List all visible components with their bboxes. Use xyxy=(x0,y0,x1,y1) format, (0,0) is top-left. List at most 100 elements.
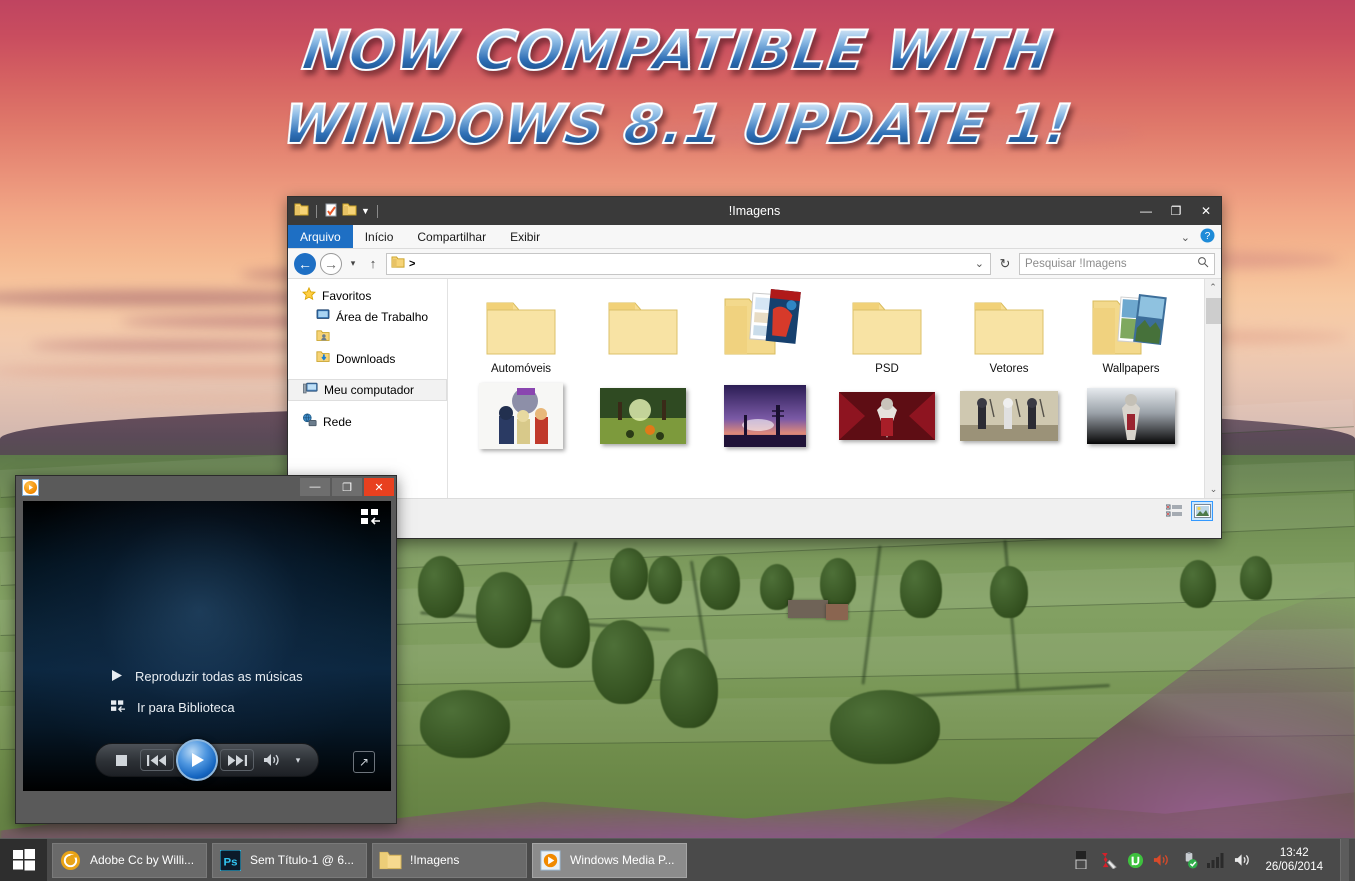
breadcrumb[interactable]: > ⌄ xyxy=(386,252,991,275)
tab-inicio[interactable]: Início xyxy=(353,225,406,248)
taskbar-item-imagens[interactable]: !Imagens xyxy=(372,842,527,878)
scroll-up-button[interactable]: ⌃ xyxy=(1205,279,1221,296)
properties-icon[interactable] xyxy=(324,203,338,220)
explorer-title-bar[interactable]: ▼ !Imagens — ❐ ✕ xyxy=(288,197,1221,225)
maximize-button[interactable]: ❐ xyxy=(332,478,362,496)
chevron-down-icon[interactable]: ⌄ xyxy=(1181,231,1190,244)
wmp-transport-controls[interactable]: ▾ xyxy=(23,738,391,782)
address-bar[interactable]: ← → ▾ ↑ > ⌄ ↻ Pesquisar !Imagens xyxy=(288,249,1221,279)
sidebar-item-downloads[interactable]: Downloads xyxy=(288,348,447,369)
volume-muted-icon[interactable] xyxy=(1153,851,1171,869)
image-thumbnail[interactable] xyxy=(960,391,1058,441)
clock[interactable]: 13:42 26/06/2014 xyxy=(1261,846,1331,874)
help-icon[interactable]: ? xyxy=(1200,228,1215,246)
utorrent-icon[interactable] xyxy=(1126,851,1144,869)
file-item-image[interactable] xyxy=(582,381,704,453)
taskbar-item-adobe-cc[interactable]: Adobe Cc by Willi... xyxy=(52,842,207,878)
chevron-down-icon[interactable]: ▼ xyxy=(361,206,370,216)
ribbon-tabs[interactable]: Arquivo Início Compartilhar Exibir ⌄ ? xyxy=(288,225,1221,249)
image-thumbnail[interactable] xyxy=(600,388,686,444)
menu-item-go-to-library[interactable]: Ir para Biblioteca xyxy=(111,692,303,723)
play-button[interactable] xyxy=(176,739,218,781)
taskbar-item-windows-media-player[interactable]: Windows Media P... xyxy=(532,842,687,878)
menu-item-play-all[interactable]: Reproduzir todas as músicas xyxy=(111,661,303,692)
volume-dropdown-button[interactable]: ▾ xyxy=(290,755,306,766)
next-button[interactable] xyxy=(220,749,254,771)
file-item-folder[interactable] xyxy=(704,283,826,375)
search-icon[interactable] xyxy=(1197,256,1209,271)
kaspersky-icon[interactable] xyxy=(1099,851,1117,869)
file-item-image[interactable] xyxy=(826,381,948,453)
image-thumbnail[interactable] xyxy=(1087,388,1175,444)
wmp-window-controls[interactable]: — ❐ ✕ xyxy=(300,478,394,496)
forward-button[interactable]: → xyxy=(320,252,342,275)
sidebar-item-area-de-trabalho[interactable]: Área de Trabalho xyxy=(288,306,447,327)
folder-row: Automóveis PSD Vetores Wallpapers xyxy=(448,279,1221,375)
maximize-button[interactable]: ❐ xyxy=(1161,197,1191,225)
tab-arquivo[interactable]: Arquivo xyxy=(288,225,353,248)
quick-access-toolbar[interactable]: ▼ xyxy=(288,203,381,220)
file-item-image[interactable] xyxy=(704,381,826,453)
file-item-image[interactable] xyxy=(460,381,582,453)
new-folder-icon[interactable] xyxy=(342,203,357,220)
file-item-image[interactable] xyxy=(1070,381,1192,453)
sidebar-item-meu-computador[interactable]: Meu computador xyxy=(288,379,447,401)
system-tray[interactable]: 13:42 26/06/2014 xyxy=(1072,838,1355,881)
wmp-stage[interactable]: Reproduzir todas as músicas Ir para Bibl… xyxy=(23,501,391,791)
previous-button[interactable] xyxy=(140,749,174,771)
stop-button[interactable] xyxy=(108,754,134,766)
file-explorer-window[interactable]: ▼ !Imagens — ❐ ✕ Arquivo Início Comparti… xyxy=(287,196,1222,539)
minimize-button[interactable]: — xyxy=(300,478,330,496)
tab-compartilhar[interactable]: Compartilhar xyxy=(405,225,498,248)
show-hidden-icons-button[interactable] xyxy=(1072,851,1090,869)
file-item-label: PSD xyxy=(875,363,899,375)
file-item-folder[interactable]: Wallpapers xyxy=(1070,283,1192,375)
file-list[interactable]: Automóveis PSD Vetores Wallpapers ⌃ ⌄ xyxy=(448,279,1221,498)
sidebar-item-user-folder[interactable] xyxy=(288,327,447,348)
switch-to-full-mode-button[interactable]: ↗ xyxy=(353,751,375,773)
image-thumbnail[interactable] xyxy=(839,392,935,440)
file-item-image[interactable] xyxy=(948,381,1070,453)
taskbar-item-photoshop[interactable]: Ps Sem Título-1 @ 6... xyxy=(212,842,367,878)
close-button[interactable]: ✕ xyxy=(364,478,394,496)
file-item-folder[interactable] xyxy=(582,283,704,375)
close-button[interactable]: ✕ xyxy=(1191,197,1221,225)
file-item-folder[interactable]: Automóveis xyxy=(460,283,582,375)
volume-icon[interactable] xyxy=(1234,851,1252,869)
wmp-menu[interactable]: Reproduzir todas as músicas Ir para Bibl… xyxy=(111,661,303,723)
scroll-down-button[interactable]: ⌄ xyxy=(1205,481,1221,498)
wallpaper-tree xyxy=(900,560,942,618)
recent-locations-button[interactable]: ▾ xyxy=(346,253,360,275)
start-button[interactable] xyxy=(0,838,47,881)
folder-icon[interactable] xyxy=(294,203,309,220)
safely-remove-usb-icon[interactable] xyxy=(1180,851,1198,869)
file-item-folder[interactable]: PSD xyxy=(826,283,948,375)
minimize-button[interactable]: — xyxy=(1131,197,1161,225)
network-signal-icon[interactable] xyxy=(1207,851,1225,869)
back-button[interactable]: ← xyxy=(294,252,316,275)
wmp-title-bar[interactable]: — ❐ ✕ xyxy=(16,476,396,498)
details-view-button[interactable] xyxy=(1163,501,1185,521)
tab-exibir[interactable]: Exibir xyxy=(498,225,552,248)
search-input[interactable]: Pesquisar !Imagens xyxy=(1019,252,1215,275)
taskbar[interactable]: Adobe Cc by Willi... Ps Sem Título-1 @ 6… xyxy=(0,838,1355,881)
switch-to-library-icon[interactable] xyxy=(361,509,381,532)
breadcrumb-separator[interactable]: > xyxy=(409,258,415,270)
explorer-window-controls[interactable]: — ❐ ✕ xyxy=(1131,197,1221,225)
image-thumbnail[interactable] xyxy=(724,385,806,447)
chevron-down-icon[interactable]: ⌄ xyxy=(975,257,986,270)
image-thumbnail[interactable] xyxy=(479,383,563,449)
volume-button[interactable] xyxy=(260,753,284,767)
large-icons-view-button[interactable] xyxy=(1191,501,1213,521)
show-desktop-button[interactable] xyxy=(1340,838,1349,881)
search-placeholder: Pesquisar !Imagens xyxy=(1025,257,1127,270)
up-button[interactable]: ↑ xyxy=(364,253,382,275)
windows-media-player-window[interactable]: — ❐ ✕ Reproduzir todas as músicas Ir par… xyxy=(15,475,397,824)
scrollbar-thumb[interactable] xyxy=(1206,298,1221,324)
sidebar-item-favoritos[interactable]: Favoritos xyxy=(288,285,447,306)
file-item-folder[interactable]: Vetores xyxy=(948,283,1070,375)
sidebar-item-rede[interactable]: Rede xyxy=(288,411,447,432)
refresh-button[interactable]: ↻ xyxy=(995,256,1015,272)
vertical-scrollbar[interactable]: ⌃ ⌄ xyxy=(1204,279,1221,498)
navigation-pane[interactable]: Favoritos Área de Trabalho Downloads Meu… xyxy=(288,279,448,498)
